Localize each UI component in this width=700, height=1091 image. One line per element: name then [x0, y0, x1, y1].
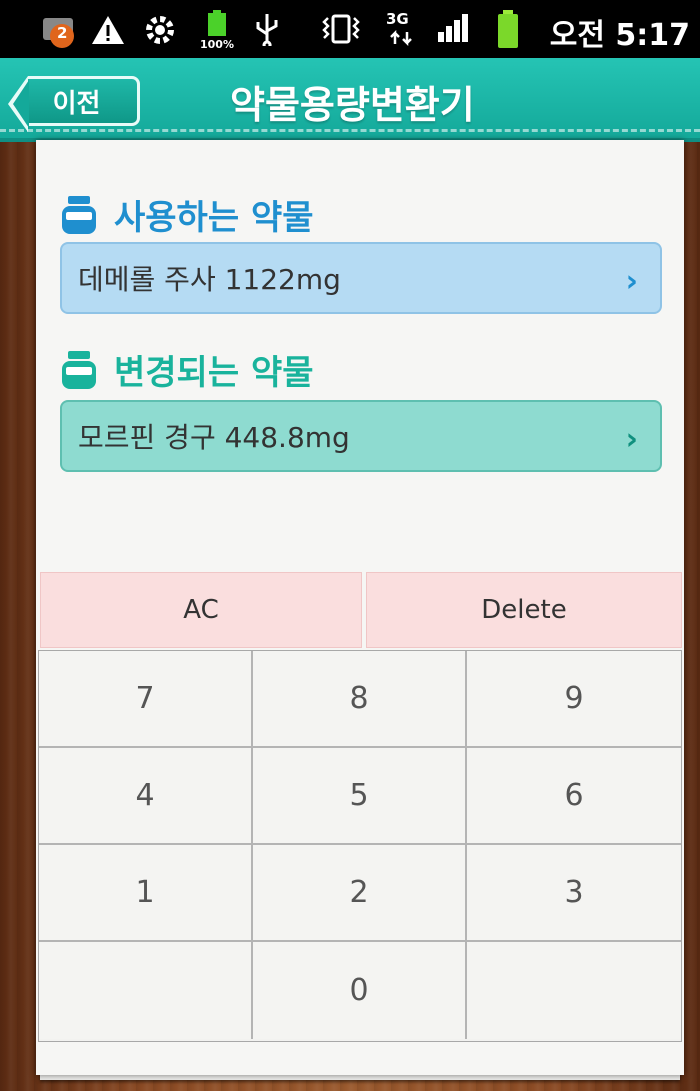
number-keypad: 7 8 9 4 5 6 1 2 3 0 — [38, 650, 682, 1042]
header-stitch-divider — [0, 129, 700, 132]
key-blank-right — [467, 942, 681, 1039]
key-label: 0 — [349, 973, 369, 1008]
target-drug-value: 모르핀 경구 448.8mg — [78, 421, 350, 454]
key-0[interactable]: 0 — [253, 942, 467, 1039]
network-3g-icon: 3G — [384, 10, 418, 48]
key-label: 8 — [349, 681, 369, 716]
notification-badge-icon: 2 — [40, 12, 80, 52]
source-drug-selector[interactable]: 데메롤 주사 1122mg › — [60, 242, 662, 314]
medicine-bottle-icon — [62, 350, 96, 389]
key-1[interactable]: 1 — [39, 845, 253, 942]
delete-label: Delete — [481, 595, 567, 625]
clear-all-button[interactable]: AC — [40, 572, 362, 648]
key-9[interactable]: 9 — [467, 651, 681, 748]
key-5[interactable]: 5 — [253, 748, 467, 845]
signal-strength-icon — [436, 12, 472, 44]
key-3[interactable]: 3 — [467, 845, 681, 942]
battery-percent: 100% — [200, 38, 234, 51]
warning-icon — [90, 14, 126, 46]
key-label: 6 — [564, 778, 584, 813]
notification-count: 2 — [57, 24, 68, 42]
keypad-actions: AC Delete — [40, 572, 682, 648]
key-label: 7 — [135, 681, 155, 716]
key-label: 5 — [349, 778, 369, 813]
chevron-right-icon: › — [625, 422, 638, 457]
app-header: 이전 약물용량변환기 — [0, 58, 700, 142]
status-time: 오전 5:17 — [549, 18, 690, 53]
battery-icon — [496, 10, 520, 48]
page-title: 약물용량변환기 — [230, 83, 475, 127]
key-label: 9 — [564, 681, 584, 716]
key-6[interactable]: 6 — [467, 748, 681, 845]
chevron-right-icon: › — [625, 264, 638, 299]
source-drug-value: 데메롤 주사 1122mg — [78, 263, 341, 296]
key-8[interactable]: 8 — [253, 651, 467, 748]
key-label: 4 — [135, 778, 155, 813]
delete-button[interactable]: Delete — [366, 572, 682, 648]
medicine-bottle-icon — [62, 195, 96, 234]
key-7[interactable]: 7 — [39, 651, 253, 748]
network-type: 3G — [386, 10, 409, 28]
source-drug-heading: 사용하는 약물 — [62, 190, 314, 239]
back-button-label: 이전 — [52, 88, 101, 119]
settings-gear-icon — [142, 12, 178, 48]
usb-icon — [252, 12, 282, 46]
key-label: 3 — [564, 875, 584, 910]
target-drug-selector[interactable]: 모르핀 경구 448.8mg › — [60, 400, 662, 472]
status-bar: 2 100% 3G 오전 5:17 — [0, 0, 700, 58]
battery-full-icon: 100% — [198, 10, 238, 52]
key-2[interactable]: 2 — [253, 845, 467, 942]
key-label: 2 — [349, 875, 369, 910]
key-blank-left — [39, 942, 253, 1039]
target-drug-heading: 변경되는 약물 — [62, 345, 314, 394]
vibrate-icon — [320, 12, 362, 46]
key-4[interactable]: 4 — [39, 748, 253, 845]
key-label: 1 — [135, 875, 155, 910]
source-drug-label: 사용하는 약물 — [114, 198, 314, 238]
target-drug-label: 변경되는 약물 — [114, 353, 314, 393]
back-button[interactable]: 이전 — [8, 76, 140, 132]
clear-all-label: AC — [183, 595, 219, 625]
